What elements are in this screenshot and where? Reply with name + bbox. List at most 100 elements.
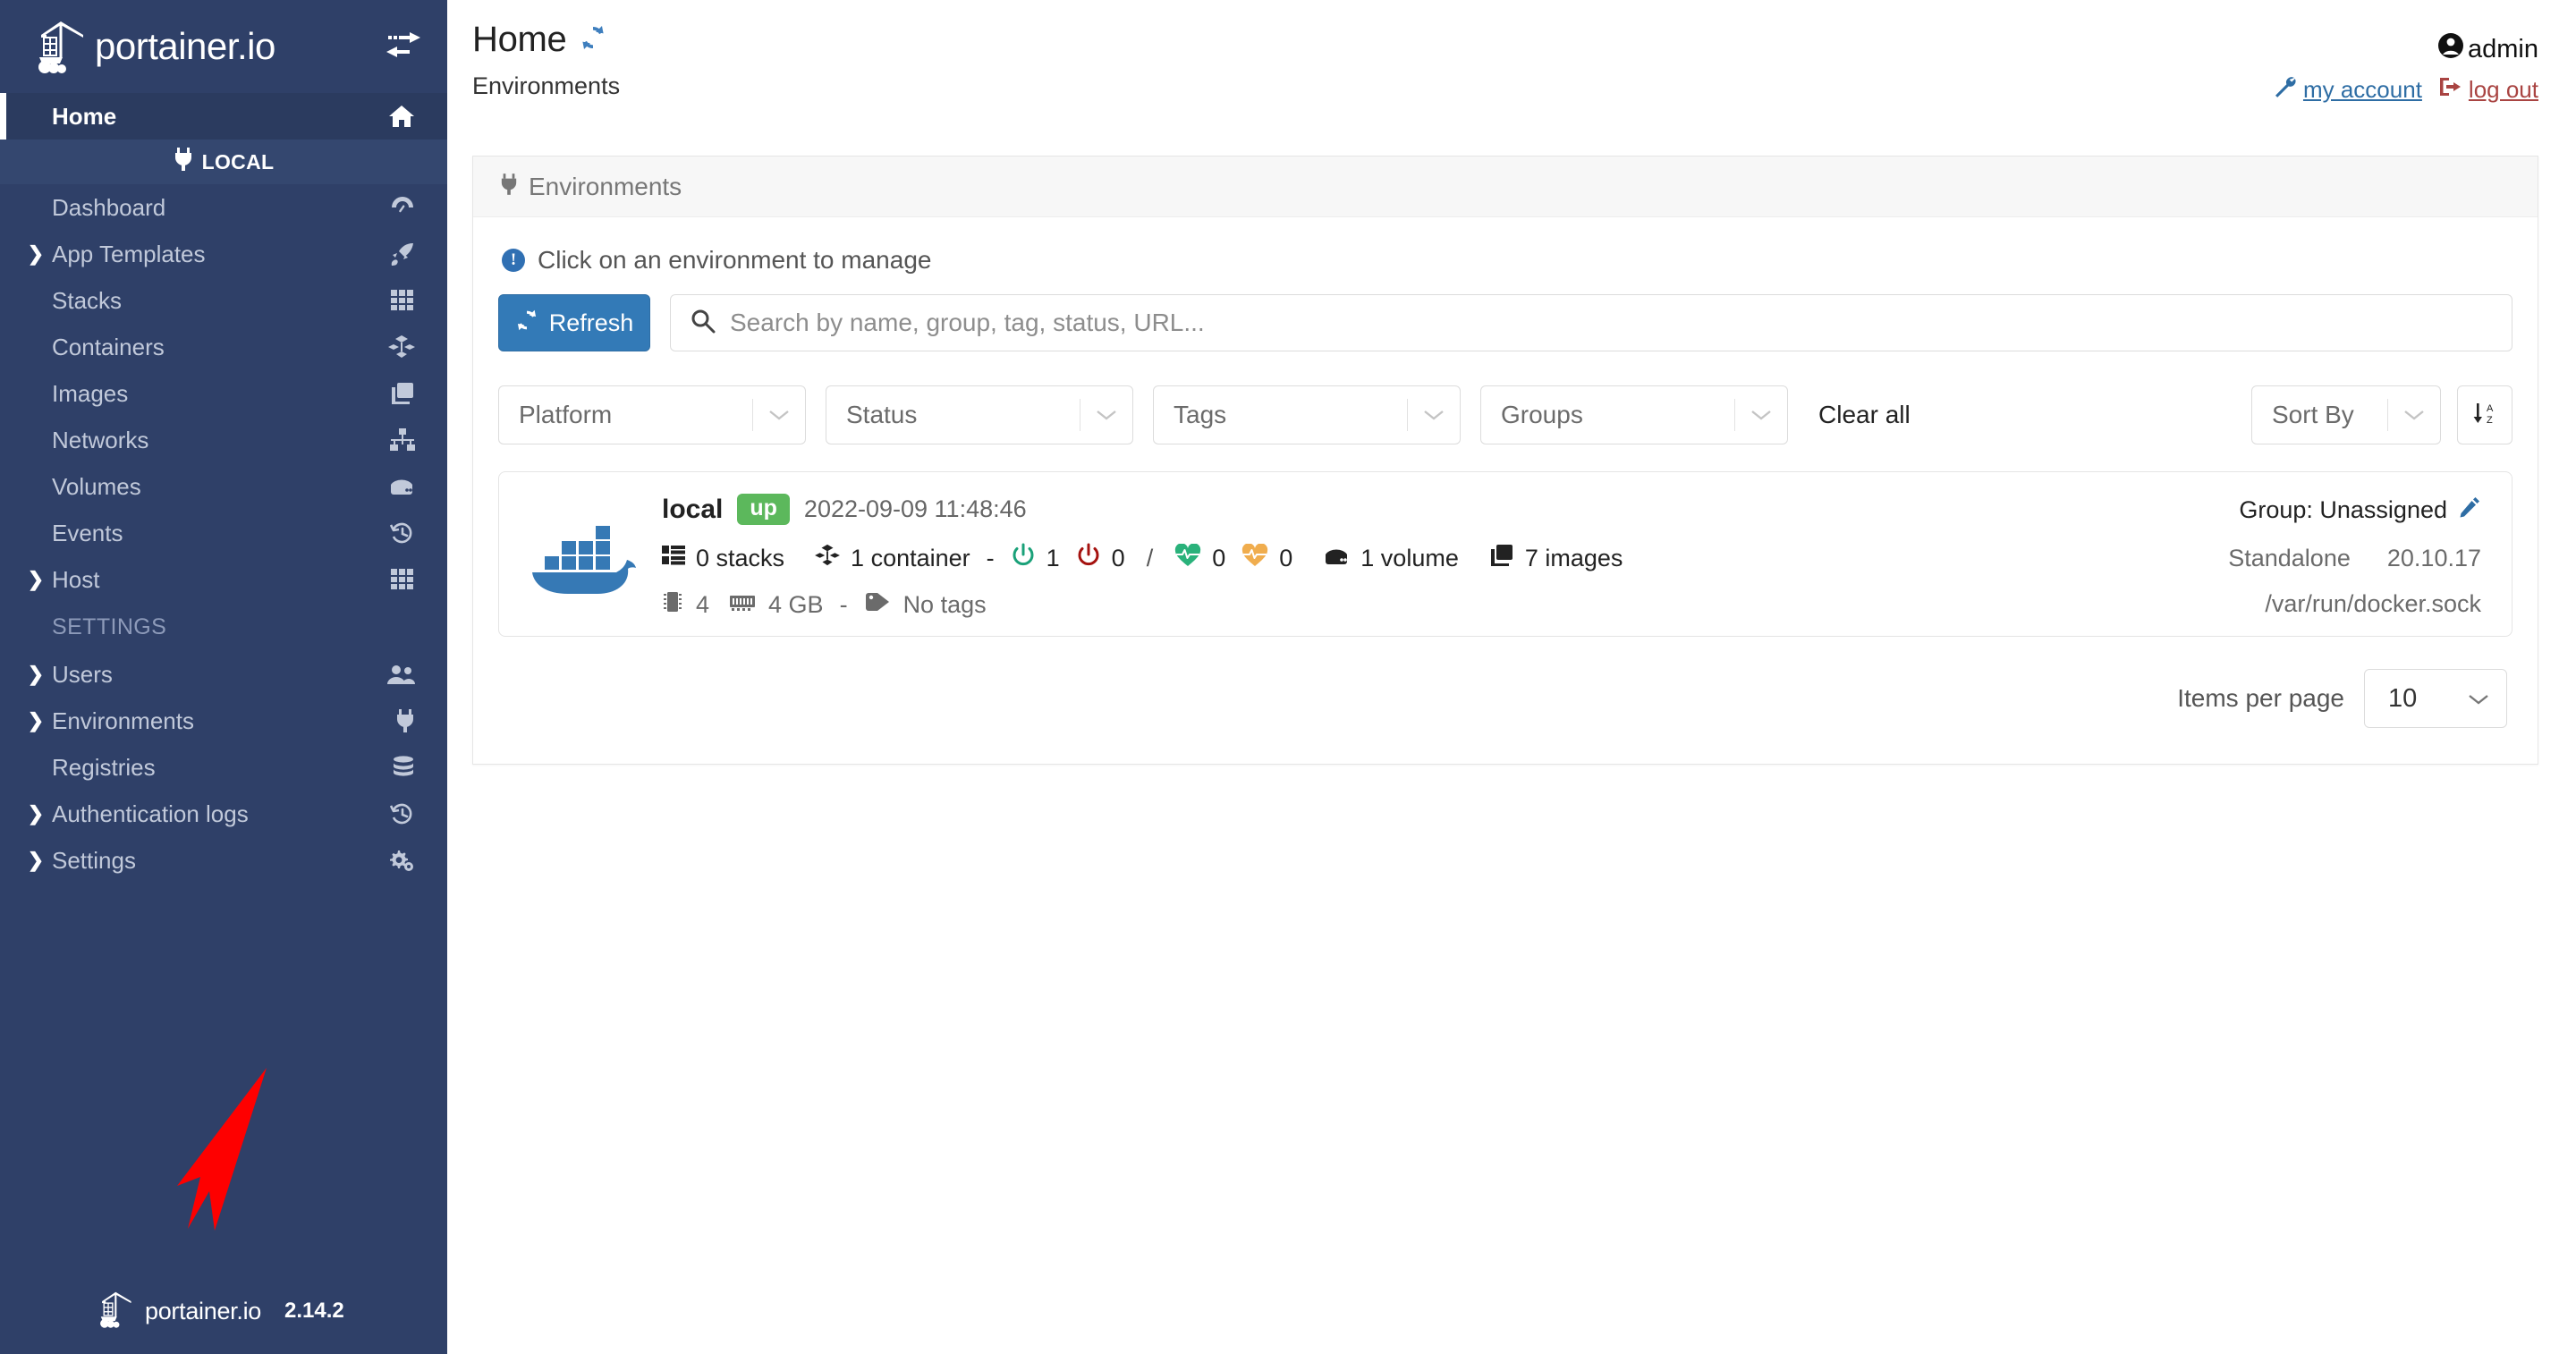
items-per-page-value: 10 <box>2388 683 2418 713</box>
heartbeat-unhealthy-icon <box>1241 543 1268 573</box>
svg-text:Z: Z <box>2487 415 2493 426</box>
sidebar-active-environment-label: LOCAL <box>201 149 275 173</box>
sidebar-item-label: Authentication logs <box>52 800 249 827</box>
chevron-down-icon <box>753 408 805 422</box>
history-icon <box>379 802 415 825</box>
docker-whale-icon <box>515 488 649 620</box>
chevron-down-icon <box>2467 684 2490 714</box>
sidebar-item-home[interactable]: ❯ Home <box>0 93 447 140</box>
environments-panel: Environments ! Click on an environment t… <box>472 156 2538 765</box>
chevron-right-icon: ❯ <box>27 802 45 825</box>
environment-url: /var/run/docker.sock <box>2265 590 2481 617</box>
portainer-logo-icon <box>36 19 88 74</box>
stat-separator-dash: - <box>986 545 995 571</box>
cpu-value: 4 <box>696 591 710 618</box>
filter-platform[interactable]: Platform <box>498 385 806 444</box>
panel-header: Environments <box>473 157 2538 217</box>
stat-unhealthy-value: 0 <box>1279 545 1293 571</box>
status-badge: up <box>737 494 790 525</box>
sidebar-brand[interactable]: portainer.io <box>0 0 447 93</box>
items-per-page-label: Items per page <box>2177 684 2344 712</box>
sort-by-label: Sort By <box>2272 401 2354 428</box>
environment-card-local[interactable]: local up 2022-09-09 11:48:46 0 stacks 1 … <box>498 471 2512 637</box>
memory-value: 4 GB <box>768 591 824 618</box>
sidebar-item-events[interactable]: ❯ Events <box>0 510 447 556</box>
refresh-button[interactable]: Refresh <box>498 294 650 351</box>
volumes-icon <box>379 477 415 496</box>
sidebar-item-volumes[interactable]: ❯ Volumes <box>0 463 447 510</box>
filter-tags-label: Tags <box>1174 401 1227 428</box>
sidebar-item-environments[interactable]: ❯ Environments <box>0 698 447 744</box>
sidebar-item-registries[interactable]: ❯ Registries <box>0 744 447 791</box>
filter-groups[interactable]: Groups <box>1480 385 1788 444</box>
sidebar-footer[interactable]: portainer.io 2.14.2 <box>0 1268 447 1354</box>
database-icon <box>379 756 415 779</box>
sidebar-active-environment: LOCAL <box>0 140 447 184</box>
sidebar-item-dashboard[interactable]: ❯ Dashboard <box>0 184 447 231</box>
refresh-icon[interactable] <box>580 20 606 60</box>
sidebar-item-label: Networks <box>52 426 149 453</box>
search-input[interactable] <box>730 309 2492 337</box>
stat-healthy: 0 <box>1174 543 1226 573</box>
log-out-link[interactable]: log out <box>2469 76 2538 104</box>
pencil-icon[interactable] <box>2458 495 2481 525</box>
info-icon: ! <box>502 249 525 272</box>
clear-all-button[interactable]: Clear all <box>1818 401 1911 429</box>
filter-status-label: Status <box>846 401 918 428</box>
stat-running-value: 1 <box>1046 545 1060 571</box>
chevron-down-icon <box>1408 408 1460 422</box>
svg-text:A: A <box>2487 403 2494 414</box>
environment-details: local up 2022-09-09 11:48:46 0 stacks 1 … <box>649 488 2070 620</box>
sidebar-item-stacks[interactable]: ❯ Stacks <box>0 277 447 324</box>
sidebar-item-label: Users <box>52 660 113 688</box>
hardware-separator-dash: - <box>839 591 848 618</box>
page-title: Home <box>472 20 567 59</box>
filter-tags[interactable]: Tags <box>1153 385 1461 444</box>
sort-by-select[interactable]: Sort By <box>2251 385 2441 444</box>
stat-stacks-value: 0 stacks <box>696 545 785 571</box>
chevron-right-icon: ❯ <box>27 849 45 871</box>
info-message: ! Click on an environment to manage <box>498 241 2512 294</box>
sidebar-item-authentication-logs[interactable]: ❯ Authentication logs <box>0 791 447 837</box>
refresh-icon <box>515 309 538 338</box>
host-grid-icon <box>379 568 415 591</box>
sidebar-item-containers[interactable]: ❯ Containers <box>0 324 447 370</box>
user-circle-icon <box>2437 32 2464 66</box>
sort-controls: Sort By A Z <box>2251 385 2512 444</box>
items-per-page-select[interactable]: 10 <box>2364 669 2507 728</box>
my-account-link[interactable]: my account <box>2303 76 2422 104</box>
sidebar-item-networks[interactable]: ❯ Networks <box>0 417 447 463</box>
chevron-right-icon: ❯ <box>27 568 45 590</box>
stat-healthy-value: 0 <box>1212 545 1226 571</box>
sidebar-item-label: Environments <box>52 707 194 734</box>
filter-groups-label: Groups <box>1501 401 1583 428</box>
sidebar-item-users[interactable]: ❯ Users <box>0 651 447 698</box>
stat-images: 7 images <box>1489 544 1623 573</box>
chevron-right-icon: ❯ <box>27 709 45 732</box>
stat-containers: 1 container <box>815 544 970 573</box>
power-on-icon <box>1011 543 1036 574</box>
topbar-user-area: admin my account log out <box>2273 20 2538 105</box>
sort-direction-button[interactable]: A Z <box>2457 385 2512 444</box>
power-off-icon <box>1076 543 1101 574</box>
app-root: portainer.io ❯ <box>0 0 2576 1354</box>
account-actions: my account log out <box>2273 75 2538 105</box>
plug-icon <box>500 173 518 201</box>
main-content: Home Environments admin my account log o… <box>447 0 2576 1354</box>
sidebar-item-app-templates[interactable]: ❯ App Templates <box>0 231 447 277</box>
search-box[interactable] <box>670 294 2512 351</box>
environment-hardware: 4 4 GB - No tags <box>662 590 2070 620</box>
sidebar-item-label: Volumes <box>52 472 141 500</box>
containers-icon <box>815 544 840 573</box>
filter-status[interactable]: Status <box>826 385 1133 444</box>
sidebar-version: 2.14.2 <box>284 1299 344 1323</box>
environment-switch-icon[interactable] <box>385 29 422 64</box>
panel-body: ! Click on an environment to manage Refr… <box>473 217 2538 764</box>
current-user[interactable]: admin <box>2273 32 2538 66</box>
sidebar-item-host[interactable]: ❯ Host <box>0 556 447 603</box>
filter-platform-label: Platform <box>519 401 613 428</box>
stacks-icon <box>662 545 685 572</box>
panel-footer: Items per page 10 <box>498 637 2512 764</box>
sidebar-item-settings[interactable]: ❯ Settings <box>0 837 447 884</box>
sidebar-item-images[interactable]: ❯ Images <box>0 370 447 417</box>
